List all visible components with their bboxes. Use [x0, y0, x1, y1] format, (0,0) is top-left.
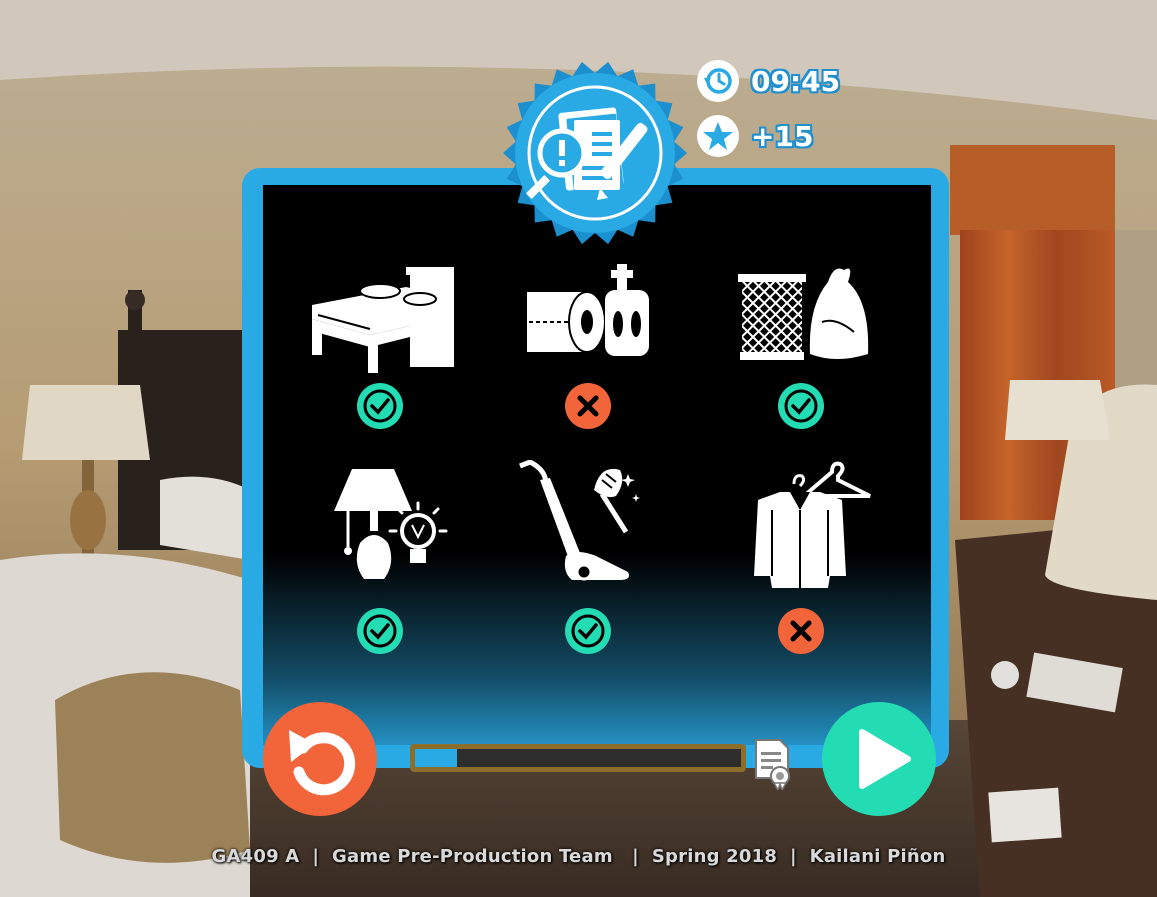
status-done-icon: [357, 608, 403, 654]
progress-fill: [415, 749, 458, 767]
credits-footer: GA409 A | Game Pre-Production Team | Spr…: [211, 846, 946, 867]
lamp-lightbulb-icon: [334, 469, 448, 579]
status-done-icon: [565, 608, 611, 654]
vacuum-duster-icon: [519, 460, 640, 581]
progress-bar: [410, 744, 746, 772]
score-text: +15: [751, 119, 814, 153]
checklist-pen-icon: [503, 61, 687, 245]
certificate-icon: [755, 739, 790, 790]
progress-track: [415, 749, 741, 767]
status-done-icon: [778, 383, 824, 429]
restart-button[interactable]: [263, 702, 377, 816]
status-failed-icon: [778, 608, 824, 654]
play-icon: [859, 729, 911, 789]
status-done-icon: [357, 383, 403, 429]
status-failed-icon: [565, 383, 611, 429]
clock-history-icon: [697, 60, 739, 102]
toilet-paper-soap-icon: [527, 264, 649, 356]
star-icon: [697, 115, 739, 157]
restart-arrow-icon: [289, 730, 356, 796]
timer-text: 09:45: [751, 64, 841, 98]
trash-bin-bag-icon: [738, 268, 869, 360]
clothes-hanger-icon: [754, 461, 871, 588]
timer-display: 09:45: [697, 60, 840, 102]
play-button[interactable]: [822, 702, 936, 816]
bed-icon: [312, 267, 454, 373]
score-display: +15: [697, 115, 813, 157]
game-screen: 09:45 +15 GA409 A | Game Pre-Production …: [0, 0, 1157, 897]
